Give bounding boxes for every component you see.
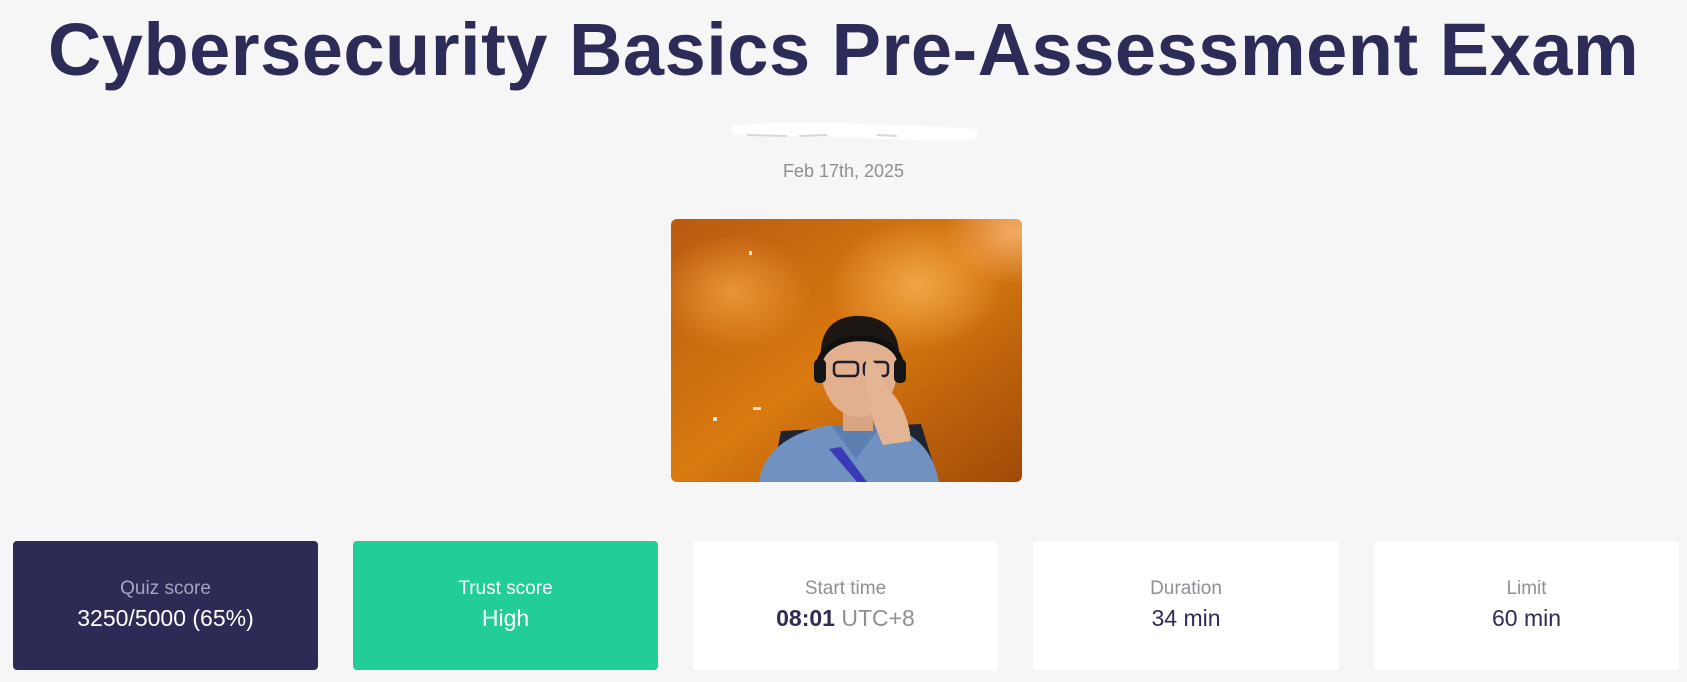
limit-label: Limit <box>1506 578 1547 599</box>
limit-card: Limit 60 min <box>1374 541 1679 670</box>
candidate-webcam-photo <box>671 219 1022 482</box>
quiz-score-label: Quiz score <box>120 578 211 599</box>
trust-score-label: Trust score <box>458 578 553 599</box>
exam-date: Feb 17th, 2025 <box>782 161 905 181</box>
duration-label: Duration <box>1150 578 1222 599</box>
start-time-value: 08:01 UTC+8 <box>693 604 998 632</box>
page-title: Cybersecurity Basics Pre-Assessment Exam <box>47 8 1640 91</box>
start-time-clock: 08:01 <box>776 605 835 631</box>
trust-score-card: Trust score High <box>353 541 658 670</box>
start-time-card: Start time 08:01 UTC+8 <box>693 541 998 670</box>
duration-card: Duration 34 min <box>1033 541 1339 670</box>
limit-value: 60 min <box>1491 605 1562 631</box>
quiz-score-value: 3250/5000 (65%) <box>77 605 254 631</box>
trust-score-value: High <box>481 605 530 631</box>
duration-value: 34 min <box>1151 605 1221 631</box>
redacted-candidate-name <box>727 118 982 146</box>
quiz-score-card: Quiz score 3250/5000 (65%) <box>13 541 318 670</box>
start-time-zone: UTC+8 <box>841 605 915 631</box>
start-time-label: Start time <box>804 578 887 599</box>
